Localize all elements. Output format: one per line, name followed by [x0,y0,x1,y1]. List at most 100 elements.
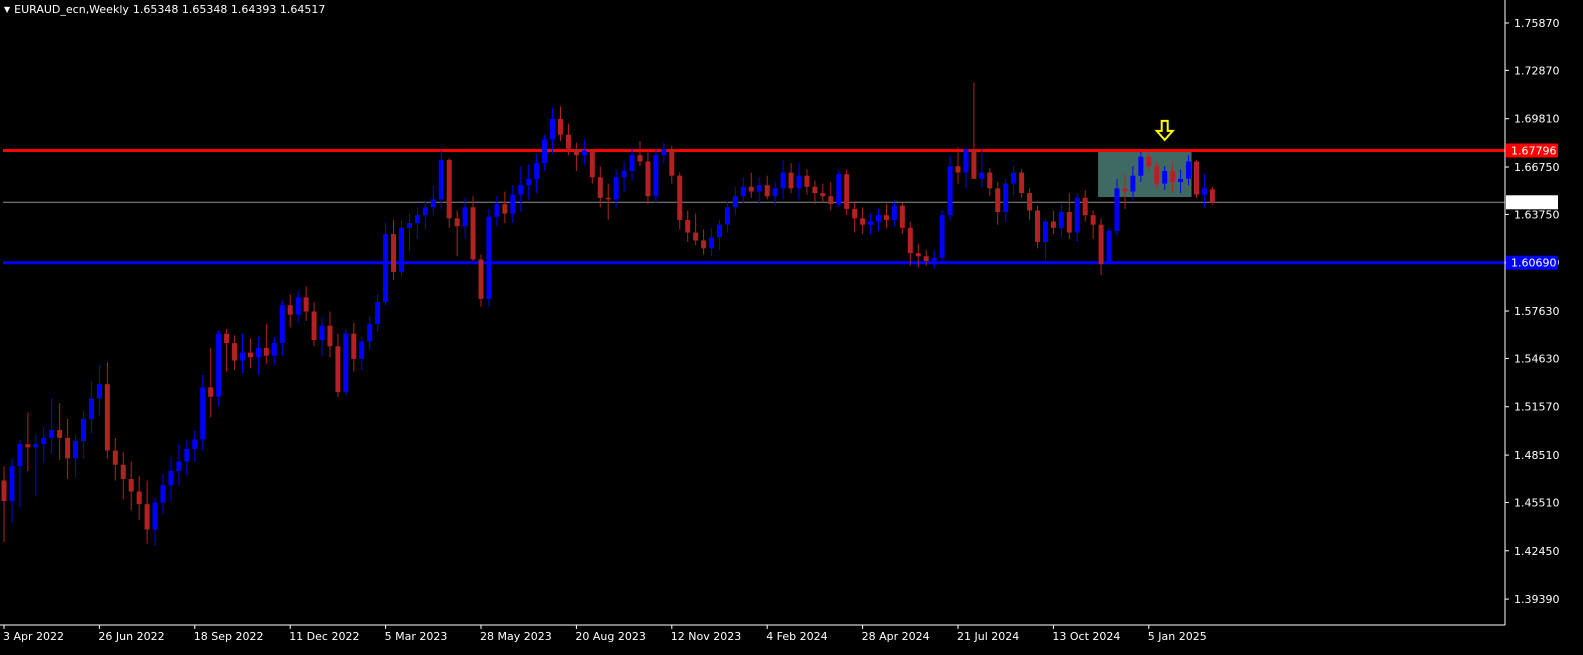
candle-body [1082,197,1088,216]
candle-body [740,186,746,197]
y-tick-label: 1.39390 [1514,593,1560,606]
bull-candle [486,208,492,307]
bull-candle [343,328,349,396]
dropdown-triangle-icon[interactable]: ▼ [4,5,10,14]
candle-body [1162,170,1168,184]
candle-body [208,387,214,397]
candle-body [876,215,881,222]
candle-body [454,218,460,227]
candle-body [621,170,627,178]
candle-body [1074,197,1080,233]
candle-body [653,155,659,197]
candle-body [701,240,707,249]
candle-body [88,398,94,419]
candle-body [65,437,71,459]
candle-body [1170,170,1176,183]
candle-body [375,302,381,325]
x-tick-label: 28 May 2023 [480,630,552,643]
candle-body [860,218,866,225]
candle-body [271,343,277,356]
candle-body [1066,212,1072,233]
candle-body [550,118,556,140]
candle-body [915,253,921,257]
x-tick-label: 28 Apr 2024 [862,630,930,643]
y-tick-label: 1.54630 [1514,352,1560,365]
candle-body [1146,156,1152,167]
bear-candle [1209,186,1215,205]
candle-body [1011,172,1017,184]
candle-body [399,227,404,273]
candle-body [804,175,810,187]
candle-body [955,166,961,173]
candle-body [446,159,452,219]
y-tick-label: 1.57630 [1514,305,1560,318]
candle-body [947,166,953,216]
candle-body [438,159,444,200]
candle-body [923,256,929,261]
candle-body [478,259,484,299]
candle-body [335,346,341,393]
candle-body [224,333,230,344]
candle-body [120,464,126,479]
candle-body [764,185,770,197]
candle-body [828,196,834,205]
candle-body [359,341,365,359]
candle-body [422,207,428,216]
candle-body [383,234,389,303]
candle-body [1209,189,1215,203]
candle-body [645,161,651,197]
candle-body [128,478,134,492]
candle-body [1122,188,1128,192]
candle-body [899,205,905,228]
candle-body [391,234,397,273]
bear-candle [1194,159,1199,198]
chart-header: ▼ EURAUD_ecn,Weekly 1.65348 1.65348 1.64… [4,3,325,16]
x-tick-label: 13 Oct 2024 [1052,630,1120,643]
candle-body [931,257,937,261]
candle-body [25,444,31,448]
candle-body [430,199,436,208]
y-tick-label: 1.63750 [1514,208,1560,221]
bull-candle [836,170,842,208]
candle-body [1130,175,1136,192]
candle-body [581,150,587,156]
candle-body [96,384,102,399]
candle-body [1027,193,1033,211]
candle-body [1050,221,1056,228]
candle-body [534,163,540,179]
candle-body [756,185,762,192]
candle-body [613,177,619,200]
candle-body [73,441,79,459]
candle-body [1,480,7,502]
candle-body [748,186,754,192]
chart-area[interactable]: 1.75870 1.72870 1.69810 1.66750 1.63750 1.606… [0,0,1583,655]
candle-body [303,297,309,312]
supply-zone-rectangle[interactable] [1098,150,1192,198]
candle-body [1154,166,1160,184]
candle-body [939,215,945,258]
price-chart[interactable]: 1.75870 1.72870 1.69810 1.66750 1.63750 1.606… [0,0,1583,655]
candle-body [247,352,253,358]
candle-body [979,172,985,179]
candle-body [367,324,373,342]
candle-body [1178,178,1184,183]
candle-body [1098,224,1104,265]
y-tick-label: 1.69810 [1514,113,1560,126]
candle-body [780,172,786,189]
x-tick-label: 21 Jul 2024 [957,630,1019,643]
y-tick-label: 1.66750 [1514,161,1560,174]
candle-body [311,311,317,340]
bull-candle [216,330,222,407]
candle-body [836,174,842,205]
bull-candle [653,148,659,203]
candle-body [57,429,63,438]
candle-body [192,439,198,449]
x-tick-label: 26 Jun 2022 [98,630,164,643]
resistance-price-tag: 1.67796 [1511,145,1557,158]
candle-body [1019,172,1025,194]
candle-body [1035,210,1040,243]
candle-body [589,150,595,178]
candle-body [176,461,182,472]
bull-candle [939,210,945,261]
candle-body [772,188,778,197]
